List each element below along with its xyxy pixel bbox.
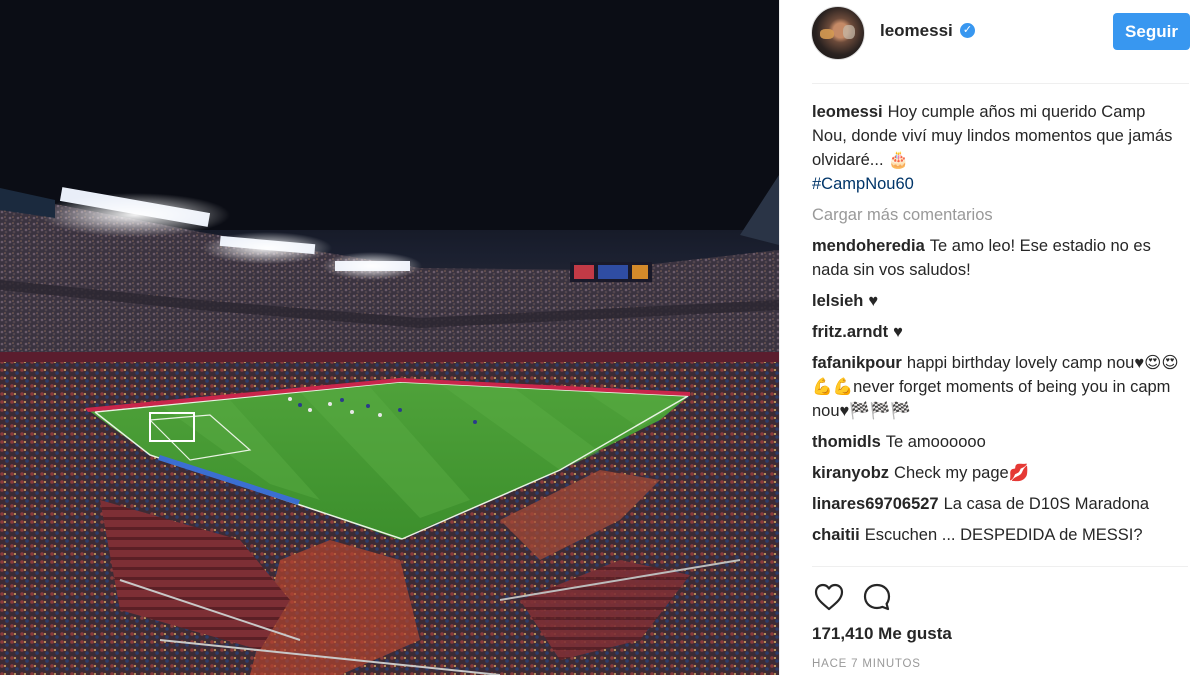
actions-divider <box>812 566 1188 567</box>
post-header: leomessi ✓ Seguir <box>780 0 1200 84</box>
post-photo[interactable] <box>0 0 779 675</box>
follow-button[interactable]: Seguir <box>1113 13 1190 50</box>
heart-outline-icon <box>814 583 844 611</box>
likes-count[interactable]: 171,410 Me gusta <box>812 624 952 644</box>
speech-bubble-icon <box>863 583 891 611</box>
comment-text: ♥ <box>868 292 879 310</box>
post-timestamp[interactable]: HACE 7 MINUTOS <box>812 658 921 670</box>
comment-username[interactable]: fritz.arndt <box>812 323 888 341</box>
comment-text: Escuchen ... DESPEDIDA de MESSI? <box>864 526 1143 544</box>
caption: leomessi Hoy cumple años mi querido Camp … <box>812 100 1184 196</box>
list-item: kiranyobz Check my page💋 <box>812 461 1184 485</box>
list-item: lelsieh ♥ <box>812 289 1184 313</box>
comment-username[interactable]: chaitii <box>812 526 860 544</box>
post-actions <box>812 580 894 614</box>
comment-text: Check my page💋 <box>894 464 1030 482</box>
author-username[interactable]: leomessi <box>880 21 953 41</box>
header-divider <box>812 83 1189 84</box>
list-item: linares69706527 La casa de D10S Maradona <box>812 492 1184 516</box>
comment-button[interactable] <box>860 580 894 614</box>
caption-username[interactable]: leomessi <box>812 103 883 121</box>
caption-hashtag[interactable]: #CampNou60 <box>812 175 914 193</box>
comment-text: La casa de D10S Maradona <box>943 495 1150 513</box>
verified-badge-icon: ✓ <box>960 23 975 38</box>
comment-text: Te amoooooo <box>885 433 986 451</box>
list-item: fafanikpour happi birthday lovely camp no… <box>812 351 1184 423</box>
comment-text: ♥ <box>893 323 903 341</box>
list-item: fritz.arndt ♥ <box>812 320 1184 344</box>
like-button[interactable] <box>812 580 846 614</box>
load-more-comments[interactable]: Cargar más comentarios <box>812 203 1184 227</box>
comment-username[interactable]: kiranyobz <box>812 464 889 482</box>
list-item: thomidls Te amoooooo <box>812 430 1184 454</box>
avatar[interactable] <box>811 6 865 60</box>
comment-username[interactable]: fafanikpour <box>812 354 902 372</box>
comment-username[interactable]: mendoheredia <box>812 237 925 255</box>
post-panel: leomessi ✓ Seguir leomessi Hoy cumple año… <box>779 0 1200 675</box>
comments-list[interactable]: leomessi Hoy cumple años mi querido Camp … <box>812 100 1184 566</box>
list-item: chaitii Escuchen ... DESPEDIDA de MESSI? <box>812 523 1184 547</box>
stadium-image <box>0 0 779 675</box>
comment-username[interactable]: linares69706527 <box>812 495 939 513</box>
comment-username[interactable]: lelsieh <box>812 292 863 310</box>
comment-username[interactable]: thomidls <box>812 433 881 451</box>
list-item: mendoheredia Te amo leo! Ese estadio no e… <box>812 234 1184 282</box>
